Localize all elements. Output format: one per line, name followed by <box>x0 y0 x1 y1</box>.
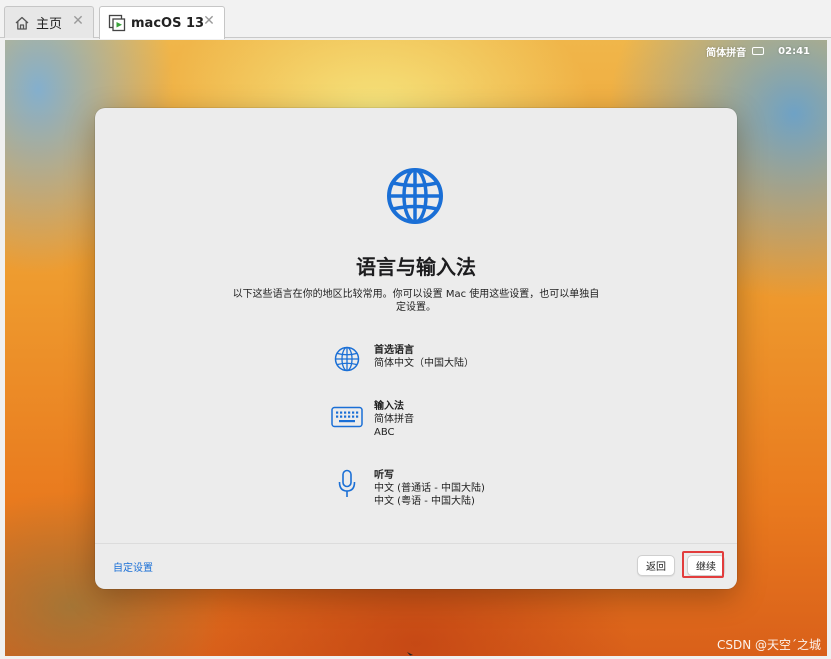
item-value: 简体中文（中国大陆） <box>374 358 474 369</box>
language-dialog: 语言与输入法 以下这些语言在你的地区比较常用。你可以设置 Mac 使用这些设置，… <box>95 108 737 589</box>
footer-divider <box>95 543 737 544</box>
item-value: ABC <box>374 427 395 438</box>
customize-settings-link[interactable]: 自定设置 <box>113 559 153 574</box>
highlight-box <box>682 551 724 578</box>
close-icon[interactable]: ✕ <box>202 14 216 28</box>
item-title: 听写 <box>374 470 394 481</box>
input-method-label[interactable]: 简体拼音 <box>706 44 746 59</box>
microphone-icon <box>329 469 365 499</box>
tab-label: 主页 <box>36 17 63 32</box>
menu-bar: 简体拼音 02:41 <box>706 40 827 62</box>
home-icon <box>13 14 31 32</box>
item-value: 简体拼音 <box>374 414 414 425</box>
item-value: 中文 (普通话 - 中国大陆) <box>374 483 485 494</box>
keyboard-icon <box>329 402 365 432</box>
globe-icon <box>329 344 365 374</box>
item-title: 首选语言 <box>374 345 414 356</box>
tab-label: macOS 13 <box>131 15 205 31</box>
keyboard-icon[interactable] <box>752 47 765 55</box>
vm-screen[interactable]: 简体拼音 02:41 语言与输入法 以下这些语言在你的地区比较常用。你可以设置 … <box>5 40 827 656</box>
item-title: 输入法 <box>374 401 404 412</box>
globe-icon <box>387 168 443 224</box>
watermark: CSDN @天空´之城 <box>716 638 821 652</box>
tab-bar: 主页 ✕ macOS 13 ✕ <box>0 0 831 39</box>
clock: 02:41 <box>778 45 810 57</box>
back-button[interactable]: 返回 <box>637 555 675 576</box>
dialog-title: 语言与输入法 <box>356 255 476 279</box>
item-value: 中文 (粤语 - 中国大陆) <box>374 496 475 507</box>
tab-macos[interactable]: macOS 13 ✕ <box>99 6 225 39</box>
tab-home[interactable]: 主页 ✕ <box>4 6 94 38</box>
mouse-pointer-icon <box>407 652 413 656</box>
close-icon[interactable]: ✕ <box>71 14 85 28</box>
vm-play-icon <box>108 14 126 32</box>
dialog-description: 以下这些语言在你的地区比较常用。你可以设置 Mac 使用这些设置，也可以单独自定… <box>232 289 600 313</box>
